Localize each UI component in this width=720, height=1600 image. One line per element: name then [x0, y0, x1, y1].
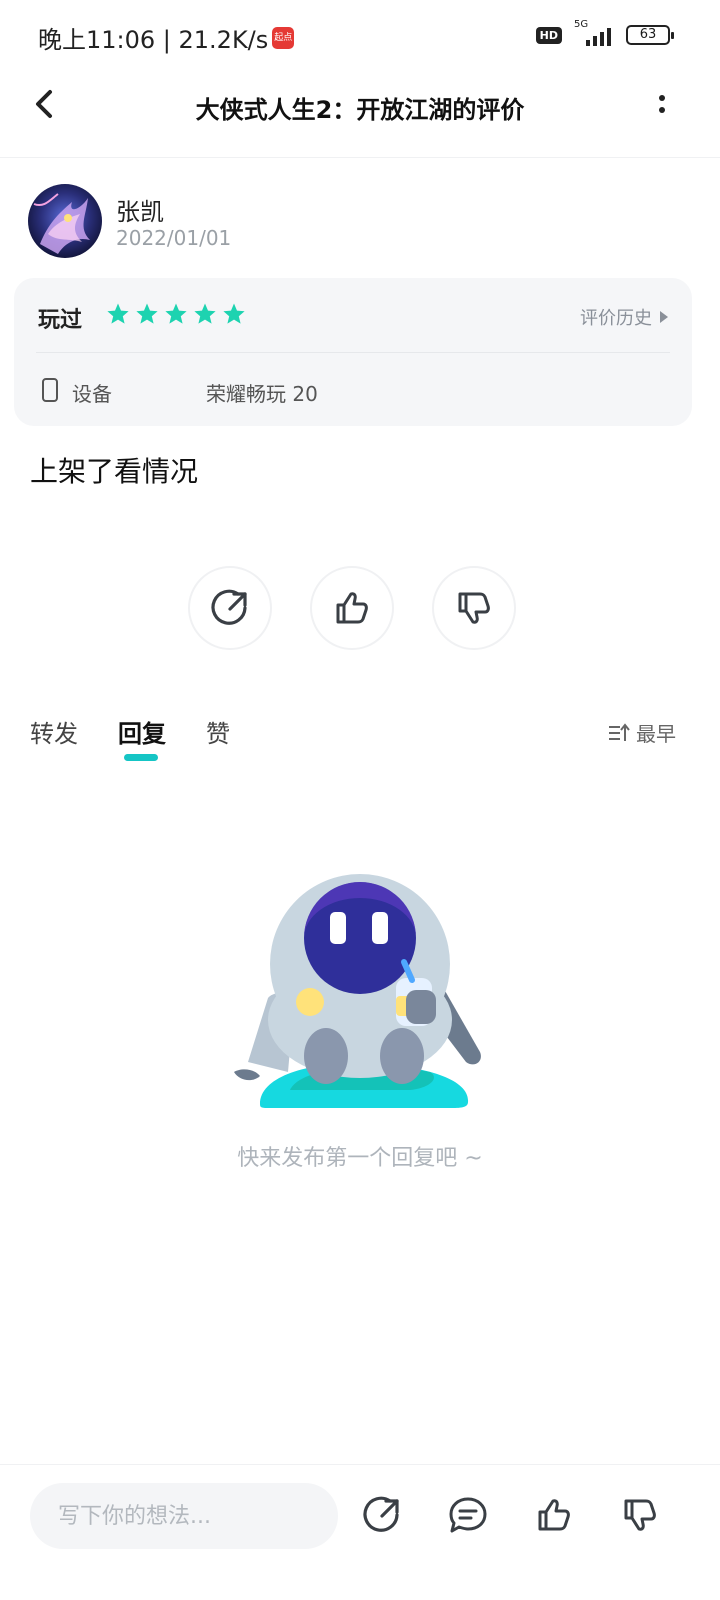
- status-bar: 晚上11:06 | 21.2K/s 起点 HD 5G 63: [0, 0, 720, 72]
- empty-state-robot-illustration: [230, 872, 490, 1112]
- rating-stars: [106, 302, 246, 326]
- share-button[interactable]: [188, 566, 272, 650]
- battery-icon: 63: [626, 25, 674, 45]
- signal-icon: 5G: [572, 20, 616, 48]
- like-icon: [538, 1499, 570, 1531]
- bottom-like-button[interactable]: [530, 1491, 578, 1539]
- dislike-button[interactable]: [432, 566, 516, 650]
- star-icon: [194, 303, 216, 324]
- bottom-share-button[interactable]: [358, 1491, 406, 1539]
- sort-icon: [609, 722, 630, 741]
- divider: [36, 352, 670, 353]
- sort-button[interactable]: 最早: [608, 718, 676, 747]
- tab-replies[interactable]: 回复: [118, 714, 166, 749]
- page-title: 大侠式人生2：开放江湖的评价: [195, 96, 525, 124]
- more-button[interactable]: [652, 86, 672, 122]
- bottom-dislike-button[interactable]: [616, 1491, 664, 1539]
- status-time-text: 晚上11:06 | 21.2K/s: [38, 26, 269, 54]
- review-body: 上架了看情况: [30, 455, 199, 488]
- top-nav: 大侠式人生2：开放江湖的评价: [0, 72, 720, 158]
- share-icon: [211, 589, 247, 625]
- active-tab-indicator: [124, 754, 158, 761]
- like-button[interactable]: [310, 566, 394, 650]
- share-icon: [363, 1496, 399, 1532]
- review-history-link[interactable]: 评价历史: [580, 304, 668, 330]
- comment-input[interactable]: [30, 1483, 338, 1549]
- dislike-icon: [458, 592, 490, 624]
- star-icon: [165, 303, 187, 324]
- status-indicators: HD 5G 63: [535, 20, 674, 48]
- review-author: 张凯 2022/01/01: [28, 184, 688, 260]
- like-icon: [336, 592, 368, 624]
- bottom-comment-button[interactable]: [444, 1491, 492, 1539]
- device-value: 荣耀畅玩 20: [206, 382, 318, 406]
- triangle-right-icon: [660, 311, 668, 323]
- author-name[interactable]: 张凯: [116, 192, 164, 227]
- reply-tabs: 转发 回复 赞 最早: [30, 714, 690, 764]
- star-icon: [136, 303, 158, 324]
- tab-reposts[interactable]: 转发: [30, 714, 78, 749]
- status-time: 晚上11:06 | 21.2K/s 起点: [38, 20, 295, 55]
- review-date: 2022/01/01: [116, 226, 232, 250]
- tab-likes[interactable]: 赞: [206, 714, 230, 749]
- comment-icon: [449, 1497, 487, 1533]
- hd-icon: HD: [535, 26, 562, 44]
- empty-state-message: 快来发布第一个回复吧 ~: [237, 1146, 483, 1171]
- played-status: 玩过: [38, 308, 83, 333]
- sort-label: 最早: [636, 722, 676, 746]
- star-icon: [223, 303, 245, 324]
- bottom-action-bar: [0, 1464, 720, 1600]
- app-notification-icon: 起点: [272, 26, 295, 49]
- avatar[interactable]: [28, 184, 102, 258]
- more-icon: [659, 95, 665, 101]
- review-info-card: 玩过 评价历史 设备 荣耀畅玩 20: [14, 278, 692, 426]
- star-icon: [107, 303, 129, 324]
- review-history-label: 评价历史: [580, 308, 652, 329]
- device-label: 设备: [72, 382, 112, 406]
- dislike-icon: [624, 1499, 656, 1531]
- device-icon: [42, 378, 58, 402]
